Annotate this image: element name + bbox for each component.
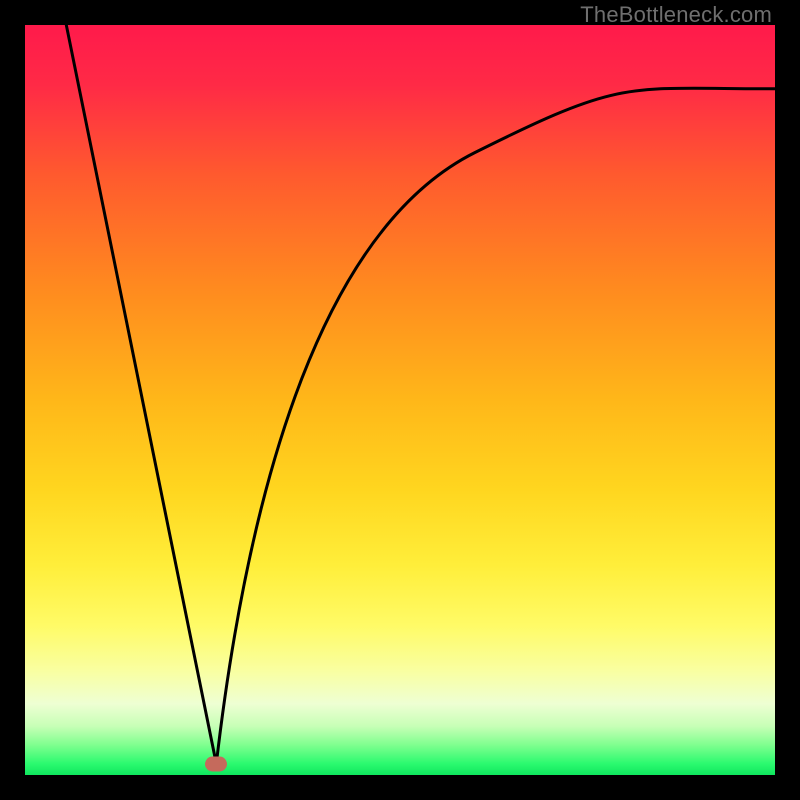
bottleneck-curve xyxy=(25,25,775,775)
optimum-marker xyxy=(205,756,227,771)
chart-frame xyxy=(25,25,775,775)
watermark-text: TheBottleneck.com xyxy=(580,2,772,28)
